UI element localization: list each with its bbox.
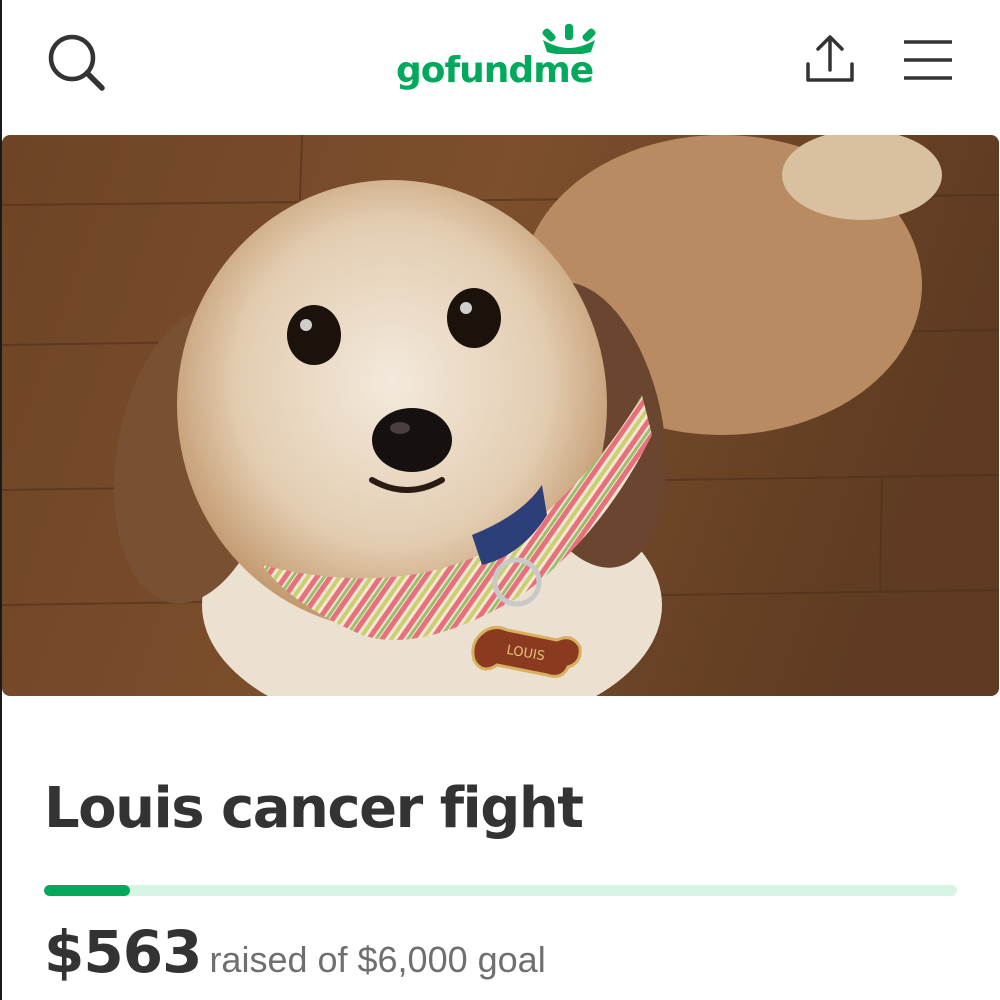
funding-amount: $563 raised of $6,000 goal [44,918,546,986]
amount-raised: $563 [44,918,202,986]
logo-wordmark: gofundme [396,50,594,91]
funding-progress-fill [44,885,130,896]
menu-button[interactable] [900,36,956,84]
campaign-hero-image[interactable]: LOUIS [2,135,999,696]
campaign-title[interactable]: Louis cancer fight [44,776,584,841]
share-button[interactable] [800,30,860,90]
goal-text: raised of $6,000 goal [209,939,546,980]
gofundme-logo[interactable]: gofundme [396,24,608,94]
share-icon [806,35,854,82]
funding-progress-bar [44,885,957,896]
search-icon [48,34,105,91]
search-button[interactable] [44,30,108,94]
app-header: gofundme [0,0,1000,125]
dog-photo: LOUIS [2,135,999,696]
hamburger-menu-icon [904,40,952,80]
